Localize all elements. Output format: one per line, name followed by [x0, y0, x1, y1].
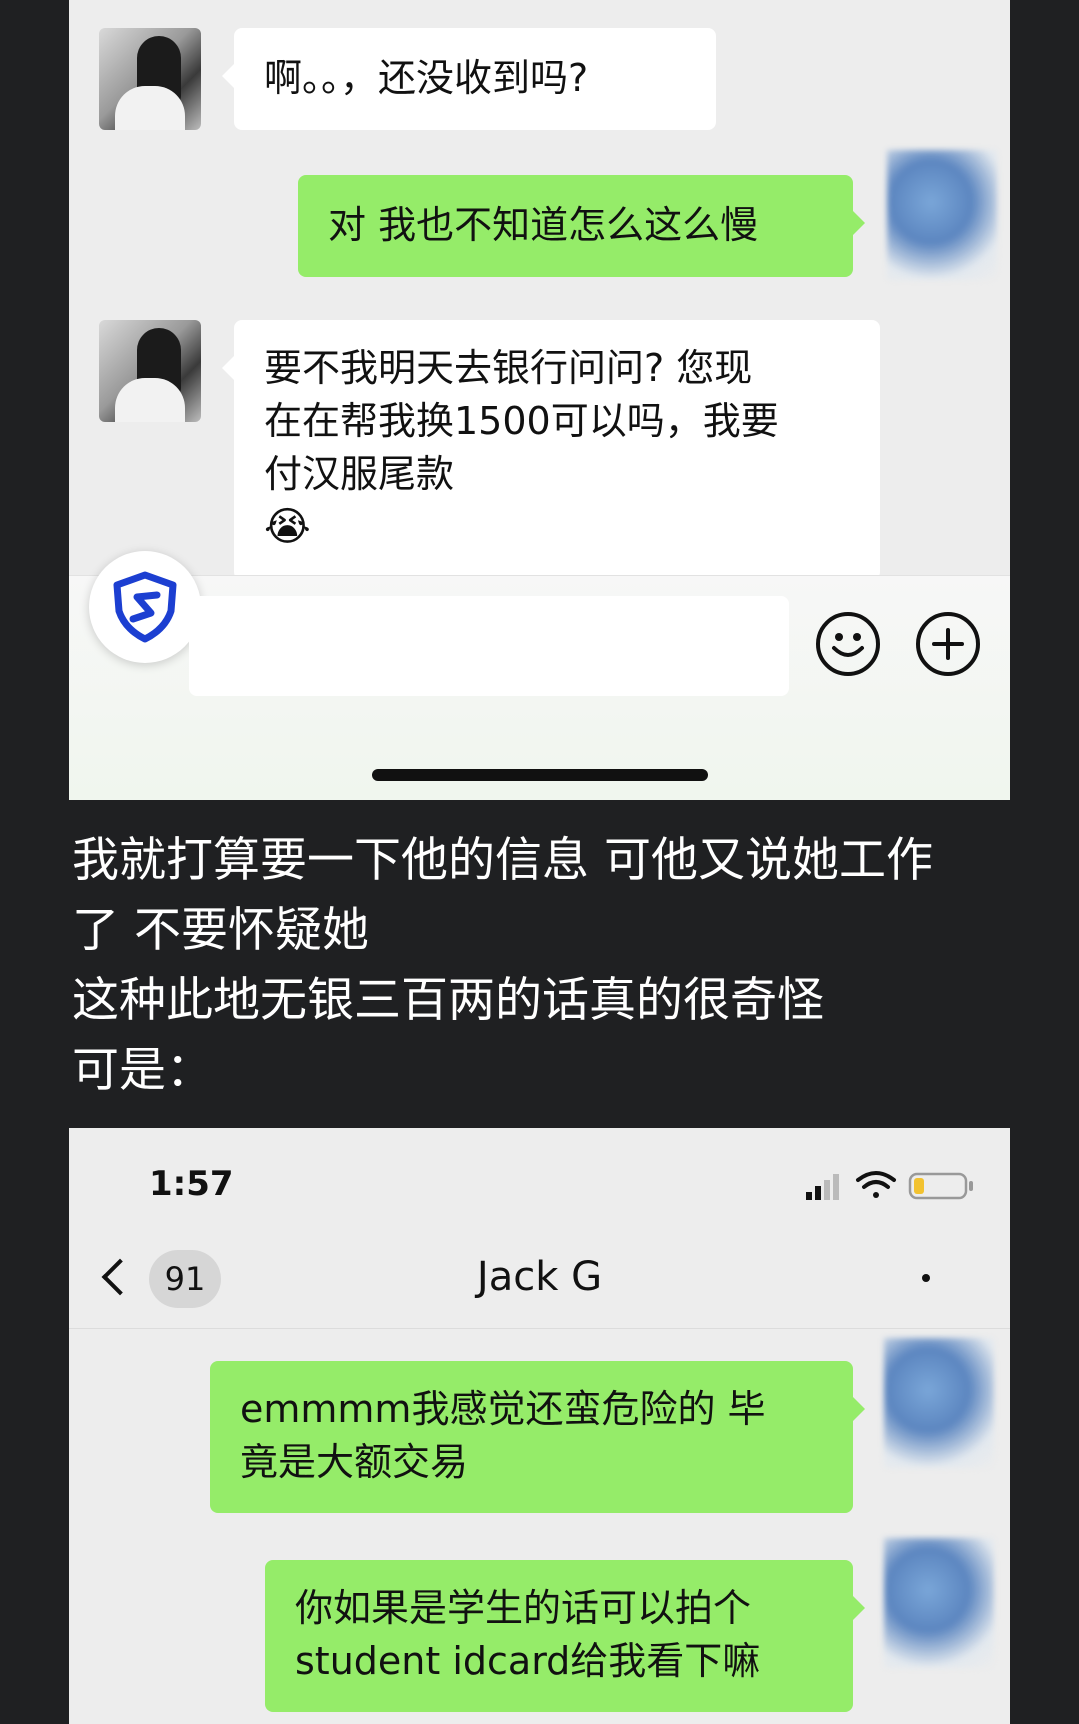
message-line: 竟是大额交易	[240, 1440, 469, 1484]
commentary-line: 了 不要怀疑她	[72, 903, 369, 958]
more-icon[interactable]	[922, 1274, 930, 1282]
message-bubble-out: emmmm我感觉还蛮危险的 毕 竟是大额交易	[210, 1361, 865, 1513]
message-bubble-out: 你如果是学生的话可以拍个 student idcard给我看下嘛	[265, 1560, 865, 1712]
emoji-icon[interactable]	[816, 612, 880, 676]
message-line: emmmm我感觉还蛮危险的 毕	[240, 1387, 766, 1431]
commentary-line: 这种此地无银三百两的话真的很奇怪	[72, 973, 824, 1028]
message-bubble-in: 啊。。，还没收到吗?	[222, 28, 716, 130]
battery-icon	[908, 1172, 973, 1200]
message-bubble-in: 要不我明天去银行问问? 您现 在在帮我换1500可以吗，我要 付汉服尾款 😭	[222, 320, 880, 580]
own-avatar-redacted	[884, 1338, 994, 1468]
message-line: 付汉服尾款	[264, 452, 455, 496]
plus-icon[interactable]	[916, 612, 980, 676]
commentary-line: 可是：	[72, 1043, 213, 1098]
wifi-icon	[856, 1171, 896, 1198]
commentary-line: 我就打算要一下他的信息 可他又说她工作	[72, 833, 933, 888]
message-line: 你如果是学生的话可以拍个	[295, 1586, 752, 1630]
own-avatar-redacted	[884, 1538, 994, 1668]
message-text: 对 我也不知道怎么这么慢	[328, 203, 759, 247]
signal-icon	[806, 1174, 839, 1200]
message-line: 在在帮我换1500可以吗，我要	[264, 399, 779, 443]
message-text: 啊。。，还没收到吗?	[264, 56, 589, 100]
status-time: 1:57	[149, 1164, 234, 1204]
contact-avatar[interactable]	[99, 28, 201, 130]
chat-input-bar	[69, 551, 1010, 800]
contact-avatar[interactable]	[99, 320, 201, 422]
chat-nav-bar: 91 Jack G	[69, 1228, 1010, 1329]
message-line: 要不我明天去银行问问? 您现	[264, 346, 753, 390]
status-icons	[806, 1171, 973, 1200]
crying-emoji: 😭	[264, 504, 311, 550]
own-avatar-redacted	[887, 150, 997, 280]
chat-title: Jack G	[476, 1254, 603, 1300]
message-input[interactable]	[189, 596, 789, 696]
home-indicator[interactable]	[372, 769, 708, 781]
shield-icon[interactable]	[89, 551, 201, 663]
message-line: student idcard给我看下嘛	[295, 1639, 761, 1683]
message-bubble-out: 对 我也不知道怎么这么慢	[298, 175, 865, 277]
chat-screenshot-bottom: 1:57 91 Jack G emmmm我感觉还蛮危险的 毕 竟是大额交易 你如…	[69, 1128, 1010, 1724]
chat-screenshot-top: 啊。。，还没收到吗? 对 我也不知道怎么这么慢 要不我明天去银行问问? 您现 在…	[69, 0, 1010, 800]
commentary-text: 我就打算要一下他的信息 可他又说她工作 了 不要怀疑她 这种此地无银三百两的话真…	[72, 826, 1002, 1106]
